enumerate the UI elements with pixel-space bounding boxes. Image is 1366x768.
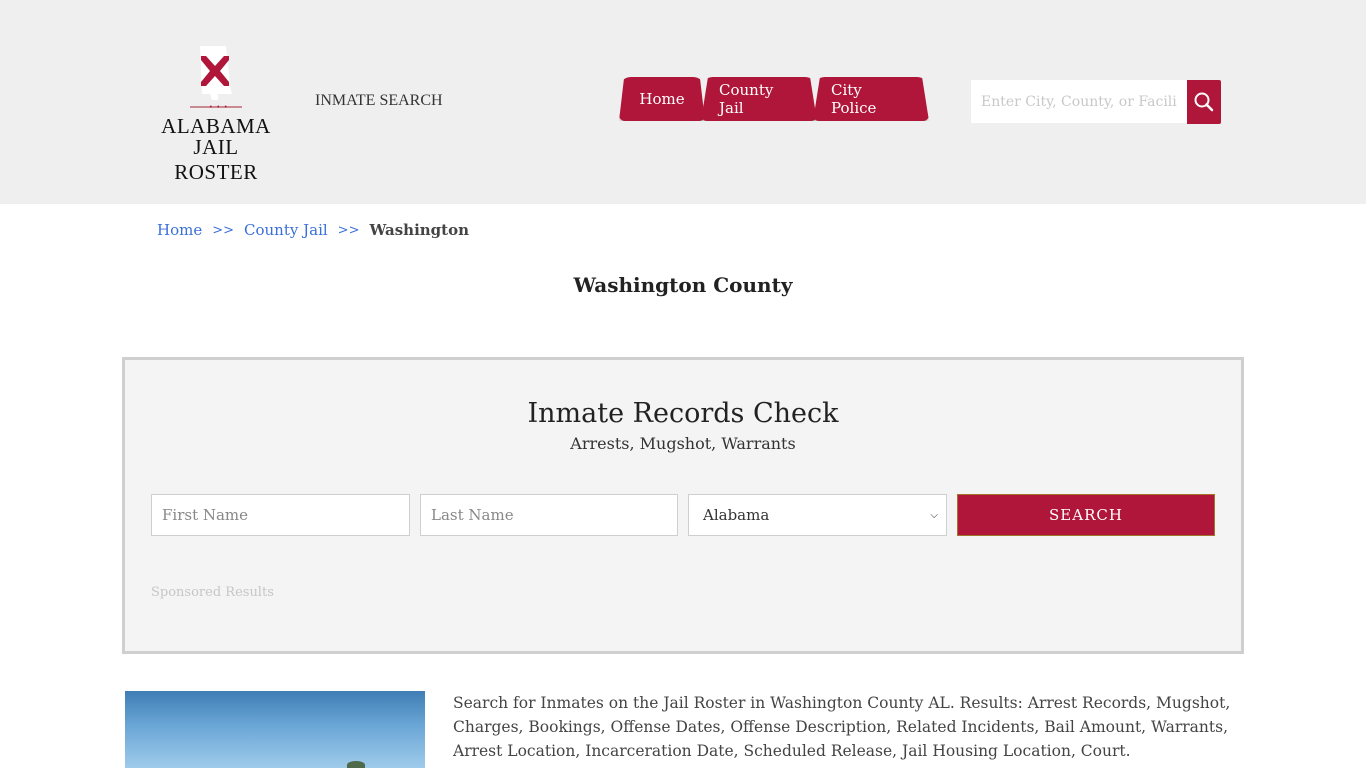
breadcrumb: Home >> County Jail >> Washington bbox=[157, 221, 469, 239]
records-check-subtitle: Arrests, Mugshot, Warrants bbox=[570, 434, 796, 453]
tree-silhouette bbox=[347, 761, 365, 768]
last-name-input[interactable] bbox=[420, 494, 678, 536]
main-nav: Home County Jail City Police bbox=[619, 77, 929, 121]
inmate-records-check-panel: Inmate Records Check Arrests, Mugshot, W… bbox=[122, 357, 1244, 654]
nav-tab-city-police[interactable]: City Police bbox=[813, 77, 929, 121]
breadcrumb-county-jail[interactable]: County Jail bbox=[244, 221, 328, 239]
site-header: • • • ALABAMA JAIL ROSTER INMATE SEARCH … bbox=[0, 0, 1366, 204]
breadcrumb-current: Washington bbox=[369, 221, 470, 239]
inmate-search-link[interactable]: INMATE SEARCH bbox=[315, 92, 443, 110]
site-search bbox=[971, 80, 1221, 124]
breadcrumb-home[interactable]: Home bbox=[157, 221, 202, 239]
nav-tab-home[interactable]: Home bbox=[619, 77, 705, 121]
chevron-down-icon: ⌵ bbox=[930, 509, 938, 521]
nav-tab-county-jail[interactable]: County Jail bbox=[701, 77, 817, 121]
records-check-title: Inmate Records Check bbox=[527, 398, 839, 429]
sponsored-results-label: Sponsored Results bbox=[151, 585, 274, 600]
records-search-button[interactable]: SEARCH bbox=[957, 494, 1215, 536]
breadcrumb-separator: >> bbox=[212, 222, 235, 238]
state-select[interactable]: Alabama ⌵ bbox=[688, 494, 947, 536]
site-search-button[interactable] bbox=[1187, 80, 1221, 124]
logo-text-jail-roster: JAIL ROSTER bbox=[174, 135, 258, 184]
county-description: Search for Inmates on the Jail Roster in… bbox=[453, 694, 1231, 760]
page-title: Washington County bbox=[573, 273, 793, 297]
state-select-value: Alabama bbox=[703, 506, 770, 524]
search-icon bbox=[1194, 92, 1214, 112]
county-jail-photo bbox=[125, 691, 425, 768]
alabama-flag-map-icon bbox=[200, 46, 232, 100]
breadcrumb-separator: >> bbox=[337, 222, 360, 238]
site-logo[interactable]: • • • ALABAMA JAIL ROSTER bbox=[150, 42, 285, 184]
logo-dots: • • • bbox=[209, 104, 229, 111]
site-search-input[interactable] bbox=[971, 80, 1187, 123]
first-name-input[interactable] bbox=[151, 494, 410, 536]
